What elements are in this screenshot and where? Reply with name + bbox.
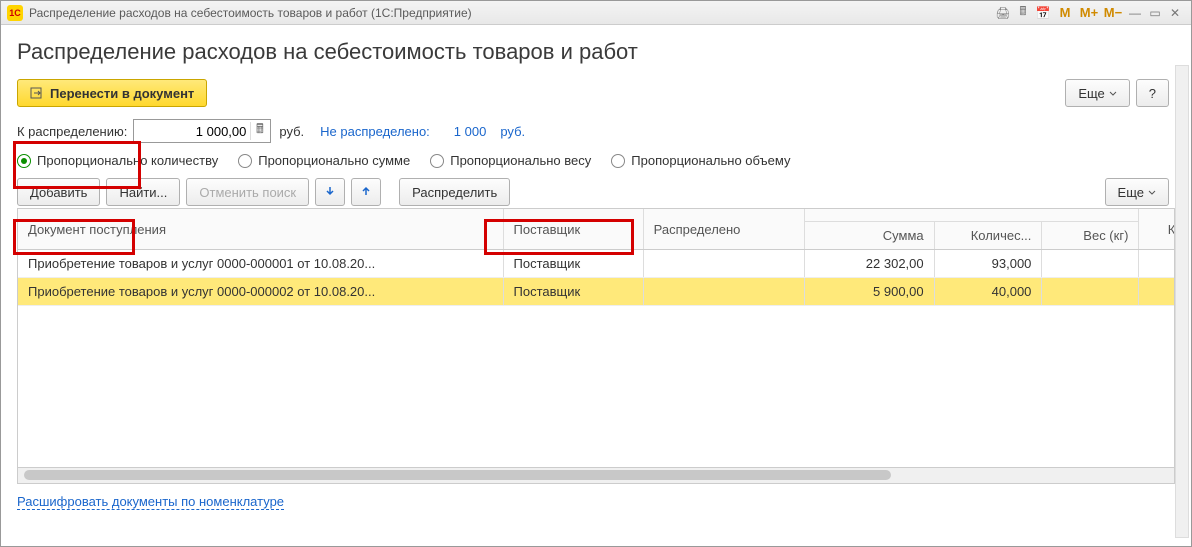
cell-sum: 22 302,00 xyxy=(805,250,934,278)
top-toolbar: Перенести в документ Еще ? xyxy=(17,79,1175,107)
cell-distributed xyxy=(643,278,805,306)
maximize-icon[interactable]: ▭ xyxy=(1145,3,1165,23)
amount-label: К распределению: xyxy=(17,124,127,139)
cell-qty: 93,000 xyxy=(934,250,1042,278)
radio-volume[interactable]: Пропорционально объему xyxy=(611,153,790,168)
close-icon[interactable]: ✕ xyxy=(1165,3,1185,23)
transfer-icon xyxy=(30,86,44,100)
help-label: ? xyxy=(1149,86,1156,101)
memory-m[interactable]: M xyxy=(1053,3,1077,23)
page-title: Распределение расходов на себестоимость … xyxy=(17,39,1175,65)
more-top-label: Еще xyxy=(1078,86,1104,101)
add-button[interactable]: Добавить xyxy=(17,178,100,206)
app-logo: 1C xyxy=(7,5,23,21)
more-table-label: Еще xyxy=(1118,185,1144,200)
radio-qty-label: Пропорционально количеству xyxy=(37,153,218,168)
amount-input[interactable] xyxy=(140,123,250,140)
documents-table: Документ поступления Поставщик Распредел… xyxy=(18,209,1175,306)
cell-doc: Приобретение товаров и услуг 0000-000001… xyxy=(18,250,503,278)
transfer-button[interactable]: Перенести в документ xyxy=(17,79,207,107)
col-supplier[interactable]: Поставщик xyxy=(503,209,643,250)
decode-link[interactable]: Расшифровать документы по номенклатуре xyxy=(17,494,284,510)
table-toolbar: Добавить Найти... Отменить поиск Распред… xyxy=(17,178,1175,206)
minimize-icon[interactable]: — xyxy=(1125,3,1145,23)
memory-mminus[interactable]: M− xyxy=(1101,3,1125,23)
radio-sum[interactable]: Пропорционально сумме xyxy=(238,153,410,168)
radio-weight-dot xyxy=(430,154,444,168)
window-title: Распределение расходов на себестоимость … xyxy=(29,6,472,20)
radio-weight-label: Пропорционально весу xyxy=(450,153,591,168)
chevron-down-icon-2 xyxy=(1148,185,1156,200)
cell-weight xyxy=(1042,250,1139,278)
help-button[interactable]: ? xyxy=(1136,79,1169,107)
cell-supplier: Поставщик xyxy=(503,278,643,306)
more-top-button[interactable]: Еще xyxy=(1065,79,1129,107)
transfer-label: Перенести в документ xyxy=(50,86,194,101)
radio-qty-dot xyxy=(17,154,31,168)
find-button[interactable]: Найти... xyxy=(106,178,180,206)
distribute-button[interactable]: Распределить xyxy=(399,178,510,206)
move-up-button[interactable] xyxy=(351,178,381,206)
arrow-up-icon xyxy=(360,185,372,200)
radio-sum-label: Пропорционально сумме xyxy=(258,153,410,168)
find-label: Найти... xyxy=(119,185,167,200)
distribution-mode: Пропорционально количеству Пропорциональ… xyxy=(17,153,1175,168)
col-distributed[interactable]: Распределено xyxy=(643,209,805,250)
cancel-search-label: Отменить поиск xyxy=(199,185,296,200)
radio-volume-dot xyxy=(611,154,625,168)
cell-weight xyxy=(1042,278,1139,306)
move-down-button[interactable] xyxy=(315,178,345,206)
horizontal-scrollbar[interactable] xyxy=(17,468,1175,484)
radio-volume-label: Пропорционально объему xyxy=(631,153,790,168)
table-row[interactable]: Приобретение товаров и услуг 0000-000002… xyxy=(18,278,1175,306)
print-icon[interactable]: 🖨 xyxy=(993,3,1013,23)
chevron-down-icon xyxy=(1109,86,1117,101)
col-weight[interactable]: Вес (кг) xyxy=(1042,222,1139,250)
radio-weight[interactable]: Пропорционально весу xyxy=(430,153,591,168)
table-row[interactable]: Приобретение товаров и услуг 0000-000001… xyxy=(18,250,1175,278)
table-wrap: Документ поступления Поставщик Распредел… xyxy=(17,208,1175,468)
col-qty[interactable]: Количес... xyxy=(934,222,1042,250)
memory-mplus[interactable]: M+ xyxy=(1077,3,1101,23)
amount-input-wrap: 🖩 xyxy=(133,119,271,143)
unallocated-value: 1 000 xyxy=(454,124,487,139)
calc-titlebar-icon[interactable]: 🖩 xyxy=(1013,3,1033,23)
col-doc[interactable]: Документ поступления xyxy=(18,209,503,250)
arrow-down-icon xyxy=(324,185,336,200)
cell-doc: Приобретение товаров и услуг 0000-000002… xyxy=(18,278,503,306)
calculator-icon[interactable]: 🖩 xyxy=(250,122,268,140)
calendar-icon[interactable]: 📅 xyxy=(1033,3,1053,23)
distribute-label: Распределить xyxy=(412,185,497,200)
add-label: Добавить xyxy=(30,185,87,200)
col-sum[interactable]: Сумма xyxy=(805,222,934,250)
cancel-search-button[interactable]: Отменить поиск xyxy=(186,178,309,206)
cell-qty: 40,000 xyxy=(934,278,1042,306)
cell-coeff xyxy=(1139,278,1175,306)
radio-qty[interactable]: Пропорционально количеству xyxy=(17,153,218,168)
radio-sum-dot xyxy=(238,154,252,168)
unallocated-currency: руб. xyxy=(500,124,525,139)
titlebar: 1C Распределение расходов на себестоимос… xyxy=(1,1,1191,25)
cell-supplier: Поставщик xyxy=(503,250,643,278)
col-coeff[interactable]: Коэффициен xyxy=(1139,209,1175,250)
vertical-scrollbar[interactable] xyxy=(1175,65,1189,538)
cell-coeff xyxy=(1139,250,1175,278)
more-table-button[interactable]: Еще xyxy=(1105,178,1169,206)
amount-row: К распределению: 🖩 руб. Не распределено:… xyxy=(17,119,1175,143)
unallocated-label: Не распределено: xyxy=(320,124,430,139)
cell-distributed xyxy=(643,250,805,278)
amount-currency: руб. xyxy=(279,124,304,139)
cell-sum: 5 900,00 xyxy=(805,278,934,306)
